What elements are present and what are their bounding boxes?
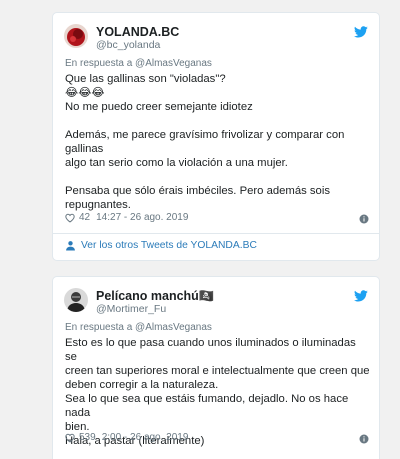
emoji-line: 😂😂😂	[65, 87, 105, 99]
author-handle[interactable]: @Mortimer_Fu	[96, 303, 166, 315]
reply-to-link[interactable]: @AlmasVeganas	[135, 322, 212, 333]
twitter-bird-icon[interactable]	[354, 290, 368, 302]
like-count: 42	[79, 212, 91, 223]
tweet-meta: 539 2:00 - 26 ago. 2019	[65, 432, 188, 443]
heart-icon[interactable]	[65, 433, 75, 443]
author-name[interactable]: YOLANDA.BC	[96, 25, 179, 39]
divider	[53, 233, 379, 234]
info-icon[interactable]	[359, 214, 369, 224]
like-count: 539	[79, 432, 96, 443]
timestamp[interactable]: 14:27 - 26 ago. 2019	[96, 212, 188, 223]
avatar[interactable]	[64, 288, 88, 312]
tweet-text: Que las gallinas son "violadas"? 😂😂😂 No …	[65, 72, 370, 212]
more-tweets-link[interactable]: Ver los otros Tweets de YOLANDA.BC	[65, 240, 257, 251]
tweet-card: YOLANDA.BC @bc_yolanda En respuesta a @A…	[52, 12, 380, 261]
twitter-bird-icon[interactable]	[354, 26, 368, 38]
author-name[interactable]: Pelícano manchú🏴‍☠️	[96, 289, 214, 304]
tweet-meta: 42 14:27 - 26 ago. 2019	[65, 212, 188, 223]
reply-context: En respuesta a @AlmasVeganas	[65, 58, 212, 69]
avatar[interactable]	[64, 24, 88, 48]
reply-context: En respuesta a @AlmasVeganas	[65, 322, 212, 333]
tweet-card: Pelícano manchú🏴‍☠️ @Mortimer_Fu En resp…	[52, 276, 380, 459]
timestamp[interactable]: 2:00 - 26 ago. 2019	[102, 432, 189, 443]
info-icon[interactable]	[359, 434, 369, 444]
user-icon	[66, 241, 75, 251]
heart-icon[interactable]	[65, 213, 75, 223]
reply-to-link[interactable]: @AlmasVeganas	[135, 58, 212, 69]
author-handle[interactable]: @bc_yolanda	[96, 39, 160, 51]
